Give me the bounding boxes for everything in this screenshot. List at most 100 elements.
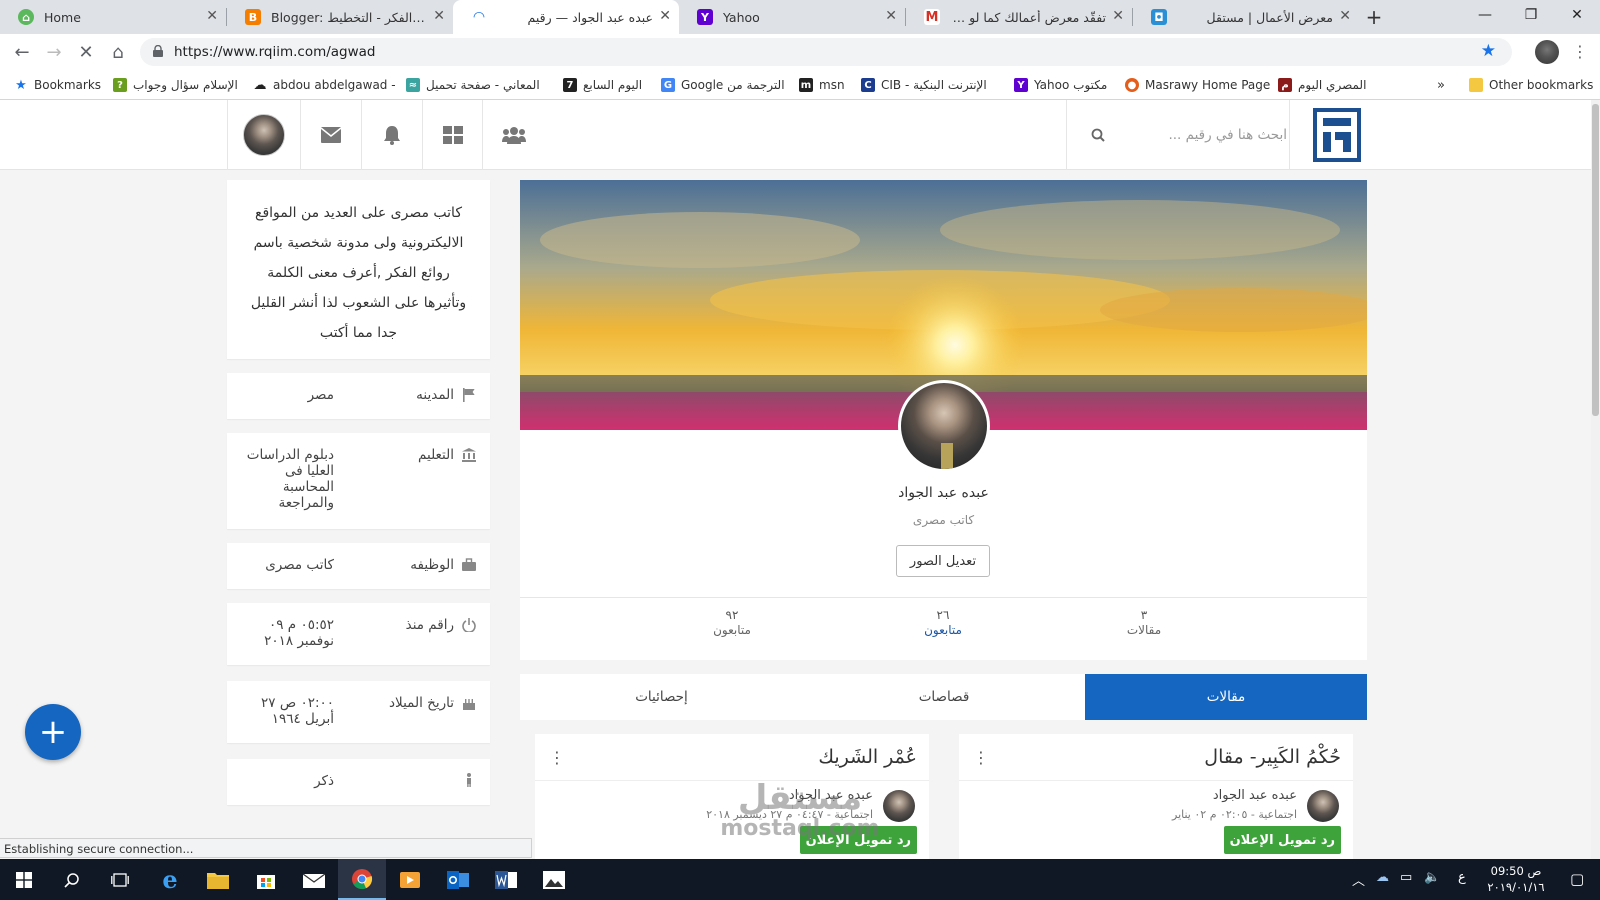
browser-toolbar: ← → ✕ ⌂ https://www.rqiim.com/agwad ★ <box>0 34 1600 70</box>
url-text: https://www.rqiim.com/agwad <box>174 44 376 60</box>
bookmark-item[interactable]: G Google الترجمة من <box>661 76 785 94</box>
site-header <box>0 100 1600 170</box>
search-input[interactable] <box>1127 122 1287 148</box>
tab-title: Home <box>44 9 81 25</box>
bookmark-item[interactable]: ≈ المعاني - صفحة تحميل <box>406 76 540 94</box>
browser-tab-mostaql[interactable]: ◘ معرض الأعمال | مستقل ✕ <box>1133 0 1359 34</box>
browser-profile-avatar[interactable] <box>1535 40 1559 64</box>
page-scrollbar[interactable] <box>1591 100 1600 859</box>
stat-following[interactable]: ٩٢ متابعون <box>672 608 792 638</box>
rqiim-logo[interactable] <box>1313 106 1361 164</box>
bookmark-item[interactable]: C CIB - الإنترنت البنكية <box>861 76 987 94</box>
volume-icon[interactable]: 🔈 <box>1424 870 1440 885</box>
add-fab-button[interactable]: + <box>25 704 81 760</box>
profile-avatar[interactable] <box>898 380 990 472</box>
chrome-taskbar-button[interactable] <box>338 859 386 900</box>
bookmark-item[interactable]: ★ Bookmarks <box>14 76 101 94</box>
info-value: مصر <box>307 387 334 403</box>
ad-refund-badge[interactable]: رد تمويل الإعلان <box>1223 826 1341 854</box>
bookmark-star-icon[interactable]: ★ <box>1481 41 1496 61</box>
edit-photos-button[interactable]: تعديل الصور <box>896 545 990 577</box>
browser-tab-yahoo[interactable]: Y Yahoo ✕ <box>679 0 905 34</box>
browser-tab-strip: ⌂ Home ✕ B Blogger: روائع الفكر - التخطي… <box>0 0 1600 34</box>
action-center-icon[interactable]: ▢ <box>1570 870 1584 888</box>
search-button[interactable] <box>1085 122 1111 148</box>
article-title[interactable]: حُكْمُ الكَبِير- مقال <box>1204 746 1341 768</box>
search-taskbar-button[interactable] <box>48 859 96 900</box>
tab-clippings[interactable]: قصاصات <box>803 674 1085 720</box>
close-icon[interactable]: ✕ <box>885 8 897 24</box>
restore-button[interactable]: ❐ <box>1508 0 1554 30</box>
address-bar[interactable]: https://www.rqiim.com/agwad ★ <box>140 38 1512 66</box>
store-taskbar-button[interactable] <box>242 859 290 900</box>
cib-icon: C <box>861 78 875 92</box>
close-icon[interactable]: ✕ <box>1339 8 1351 24</box>
edge-icon: e <box>162 865 178 894</box>
task-view-button[interactable] <box>96 859 144 900</box>
home-button[interactable]: ⌂ <box>105 40 131 64</box>
new-tab-button[interactable]: + <box>1359 0 1389 34</box>
more-options-icon[interactable]: ⋮ <box>549 748 565 767</box>
minimize-button[interactable]: — <box>1462 0 1508 30</box>
forward-button[interactable]: → <box>41 40 67 64</box>
network-icon[interactable]: ▭ <box>1400 870 1412 885</box>
author-avatar[interactable] <box>1307 790 1339 822</box>
bookmark-item[interactable]: م المصري اليوم <box>1278 76 1366 94</box>
tab-articles[interactable]: مقالات <box>1085 674 1367 720</box>
tab-statistics[interactable]: إحصائيات <box>520 674 803 720</box>
media-player-taskbar-button[interactable] <box>386 859 434 900</box>
browser-menu-icon[interactable]: ⋮ <box>1572 42 1588 61</box>
article-title[interactable]: عُمْر الشَريك <box>818 746 917 768</box>
info-value: دبلوم الدراسات العليا فى المحاسبة والمرا… <box>246 447 334 511</box>
show-hidden-icons-button[interactable]: ︿ <box>1352 870 1365 889</box>
onedrive-icon[interactable]: ☁ <box>1376 870 1389 885</box>
clock-date: ٢٠١٩/٠١/١٦ <box>1487 880 1545 894</box>
close-window-button[interactable]: ✕ <box>1554 0 1600 30</box>
groups-button[interactable] <box>482 100 544 170</box>
bookmark-folder-other[interactable]: Other bookmarks <box>1469 76 1593 94</box>
user-menu-button[interactable] <box>227 100 300 170</box>
bookmark-item[interactable]: ? الإسلام سؤال وجواب <box>113 76 238 94</box>
web-page: كاتب مصرى على العديد من المواقع الاليكتر… <box>0 100 1600 859</box>
browser-tab-rqiim[interactable]: ◠ عبده عبد الجواد — رقيم ✕ <box>453 0 679 34</box>
close-icon[interactable]: ✕ <box>433 8 445 24</box>
taskbar-clock[interactable]: 09:50 ص ٢٠١٩/٠١/١٦ <box>1478 863 1554 895</box>
more-bookmarks-icon[interactable]: » <box>1437 76 1445 94</box>
close-icon[interactable]: ✕ <box>206 8 218 24</box>
info-value: ذكر <box>314 773 334 789</box>
photos-taskbar-button[interactable] <box>530 859 578 900</box>
stop-loading-button[interactable]: ✕ <box>73 40 99 64</box>
bookmark-item[interactable]: ● Masrawy Home Page <box>1125 76 1270 94</box>
profile-title: كاتب مصرى <box>912 513 975 527</box>
browser-tab-blogger[interactable]: B Blogger: روائع الفكر - التخطيط ✕ <box>227 0 453 34</box>
browser-tab-home[interactable]: ⌂ Home ✕ <box>0 0 226 34</box>
stat-followers[interactable]: ٢٦ متابعون <box>883 608 1003 638</box>
edge-taskbar-button[interactable]: e <box>146 859 194 900</box>
browser-tab-gmail[interactable]: M تفقّد معرض أعمالك كما لو كنت ✕ <box>906 0 1132 34</box>
start-button[interactable] <box>0 859 48 900</box>
file-explorer-taskbar-button[interactable] <box>194 859 242 900</box>
bookmark-item[interactable]: m msn <box>799 76 845 94</box>
article-card[interactable]: حُكْمُ الكَبِير- مقال ⋮ عبده عبد الجواد … <box>959 734 1353 859</box>
bookmark-item[interactable]: Y Yahoo مكتوب <box>1014 76 1107 94</box>
scrollbar-thumb[interactable] <box>1592 104 1599 416</box>
outlook-taskbar-button[interactable] <box>434 859 482 900</box>
close-icon[interactable]: ✕ <box>1112 8 1124 24</box>
site-search <box>1066 100 1290 170</box>
word-taskbar-button[interactable] <box>482 859 530 900</box>
apps-button[interactable] <box>422 100 482 170</box>
more-options-icon[interactable]: ⋮ <box>973 748 989 767</box>
close-icon[interactable]: ✕ <box>659 8 671 24</box>
input-language-indicator[interactable]: ع <box>1458 870 1466 885</box>
back-button[interactable]: ← <box>9 40 35 64</box>
stat-articles[interactable]: ٣ مقالات <box>1084 608 1204 638</box>
article-author[interactable]: عبده عبد الجواد <box>1213 788 1297 803</box>
mail-taskbar-button[interactable] <box>290 859 338 900</box>
messages-button[interactable] <box>300 100 361 170</box>
bookmark-item[interactable]: ☁ abdou abdelgawad - <box>253 76 396 94</box>
tab-title: عبده عبد الجواد — رقيم <box>527 9 653 25</box>
divider <box>959 780 1353 781</box>
notifications-button[interactable] <box>361 100 422 170</box>
outlook-icon <box>447 870 469 889</box>
bookmark-item[interactable]: 7 اليوم السابع <box>563 76 642 94</box>
